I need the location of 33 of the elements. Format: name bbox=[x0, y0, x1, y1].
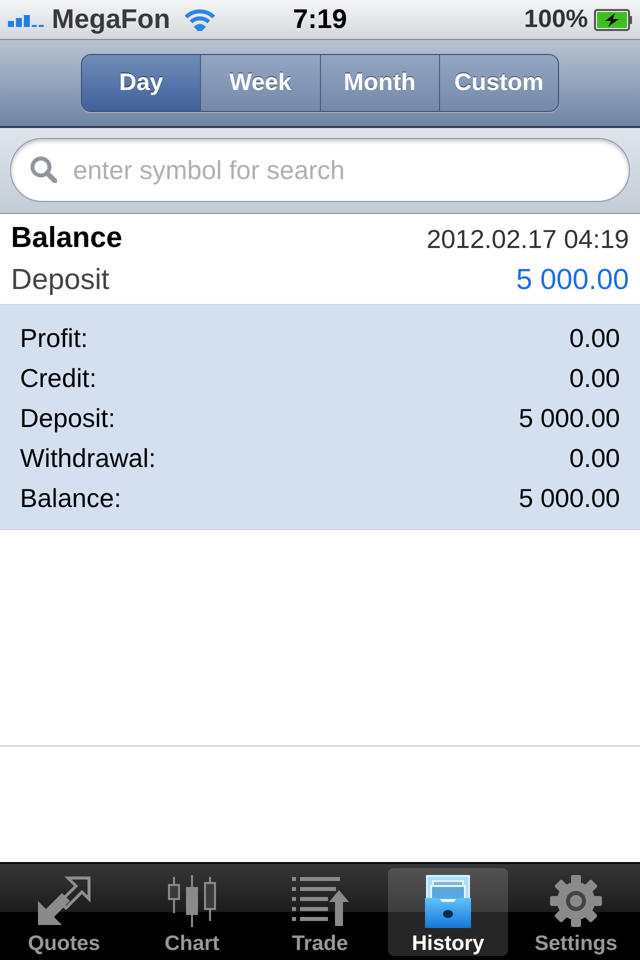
summary-label: Withdrawal: bbox=[20, 442, 156, 474]
wifi-icon bbox=[184, 8, 216, 31]
list-arrow-icon bbox=[292, 876, 348, 926]
carrier-name: MegaFon bbox=[52, 6, 170, 33]
entry-amount: 5 000.00 bbox=[516, 263, 629, 298]
entry-title: Balance bbox=[11, 221, 122, 256]
gear-icon bbox=[550, 875, 602, 927]
summary-value: 0.00 bbox=[569, 322, 620, 354]
summary-value: 0.00 bbox=[569, 442, 620, 474]
entry-time: 2012.02.17 04:19 bbox=[426, 222, 629, 256]
summary-value: 5 000.00 bbox=[518, 482, 620, 514]
period-tab[interactable]: Day bbox=[82, 55, 200, 111]
file-drawer-icon bbox=[425, 874, 471, 928]
diagonal-arrows-icon bbox=[36, 875, 92, 927]
search-icon bbox=[30, 156, 57, 183]
summary-label: Deposit: bbox=[20, 402, 116, 434]
summary-value: 5 000.00 bbox=[518, 402, 620, 434]
candlestick-icon bbox=[166, 875, 218, 927]
tab-button[interactable]: Trade bbox=[260, 868, 380, 956]
summary-label: Balance: bbox=[20, 482, 122, 514]
summary-label: Profit: bbox=[20, 322, 88, 354]
entry-type: Deposit bbox=[11, 263, 110, 298]
battery-percentage: 100% bbox=[524, 7, 588, 32]
tab-button[interactable]: Settings bbox=[516, 868, 636, 956]
battery-icon bbox=[594, 8, 632, 30]
tab-button[interactable]: Quotes bbox=[4, 868, 124, 956]
summary-value: 0.00 bbox=[569, 362, 620, 394]
summary-label: Credit: bbox=[20, 362, 97, 394]
tab-button[interactable]: History bbox=[388, 868, 508, 956]
search-field[interactable]: enter symbol for search bbox=[10, 138, 630, 202]
signal-icon bbox=[8, 12, 44, 26]
clock-time: 7:19 bbox=[292, 6, 348, 33]
tab-button[interactable]: Chart bbox=[132, 868, 252, 956]
